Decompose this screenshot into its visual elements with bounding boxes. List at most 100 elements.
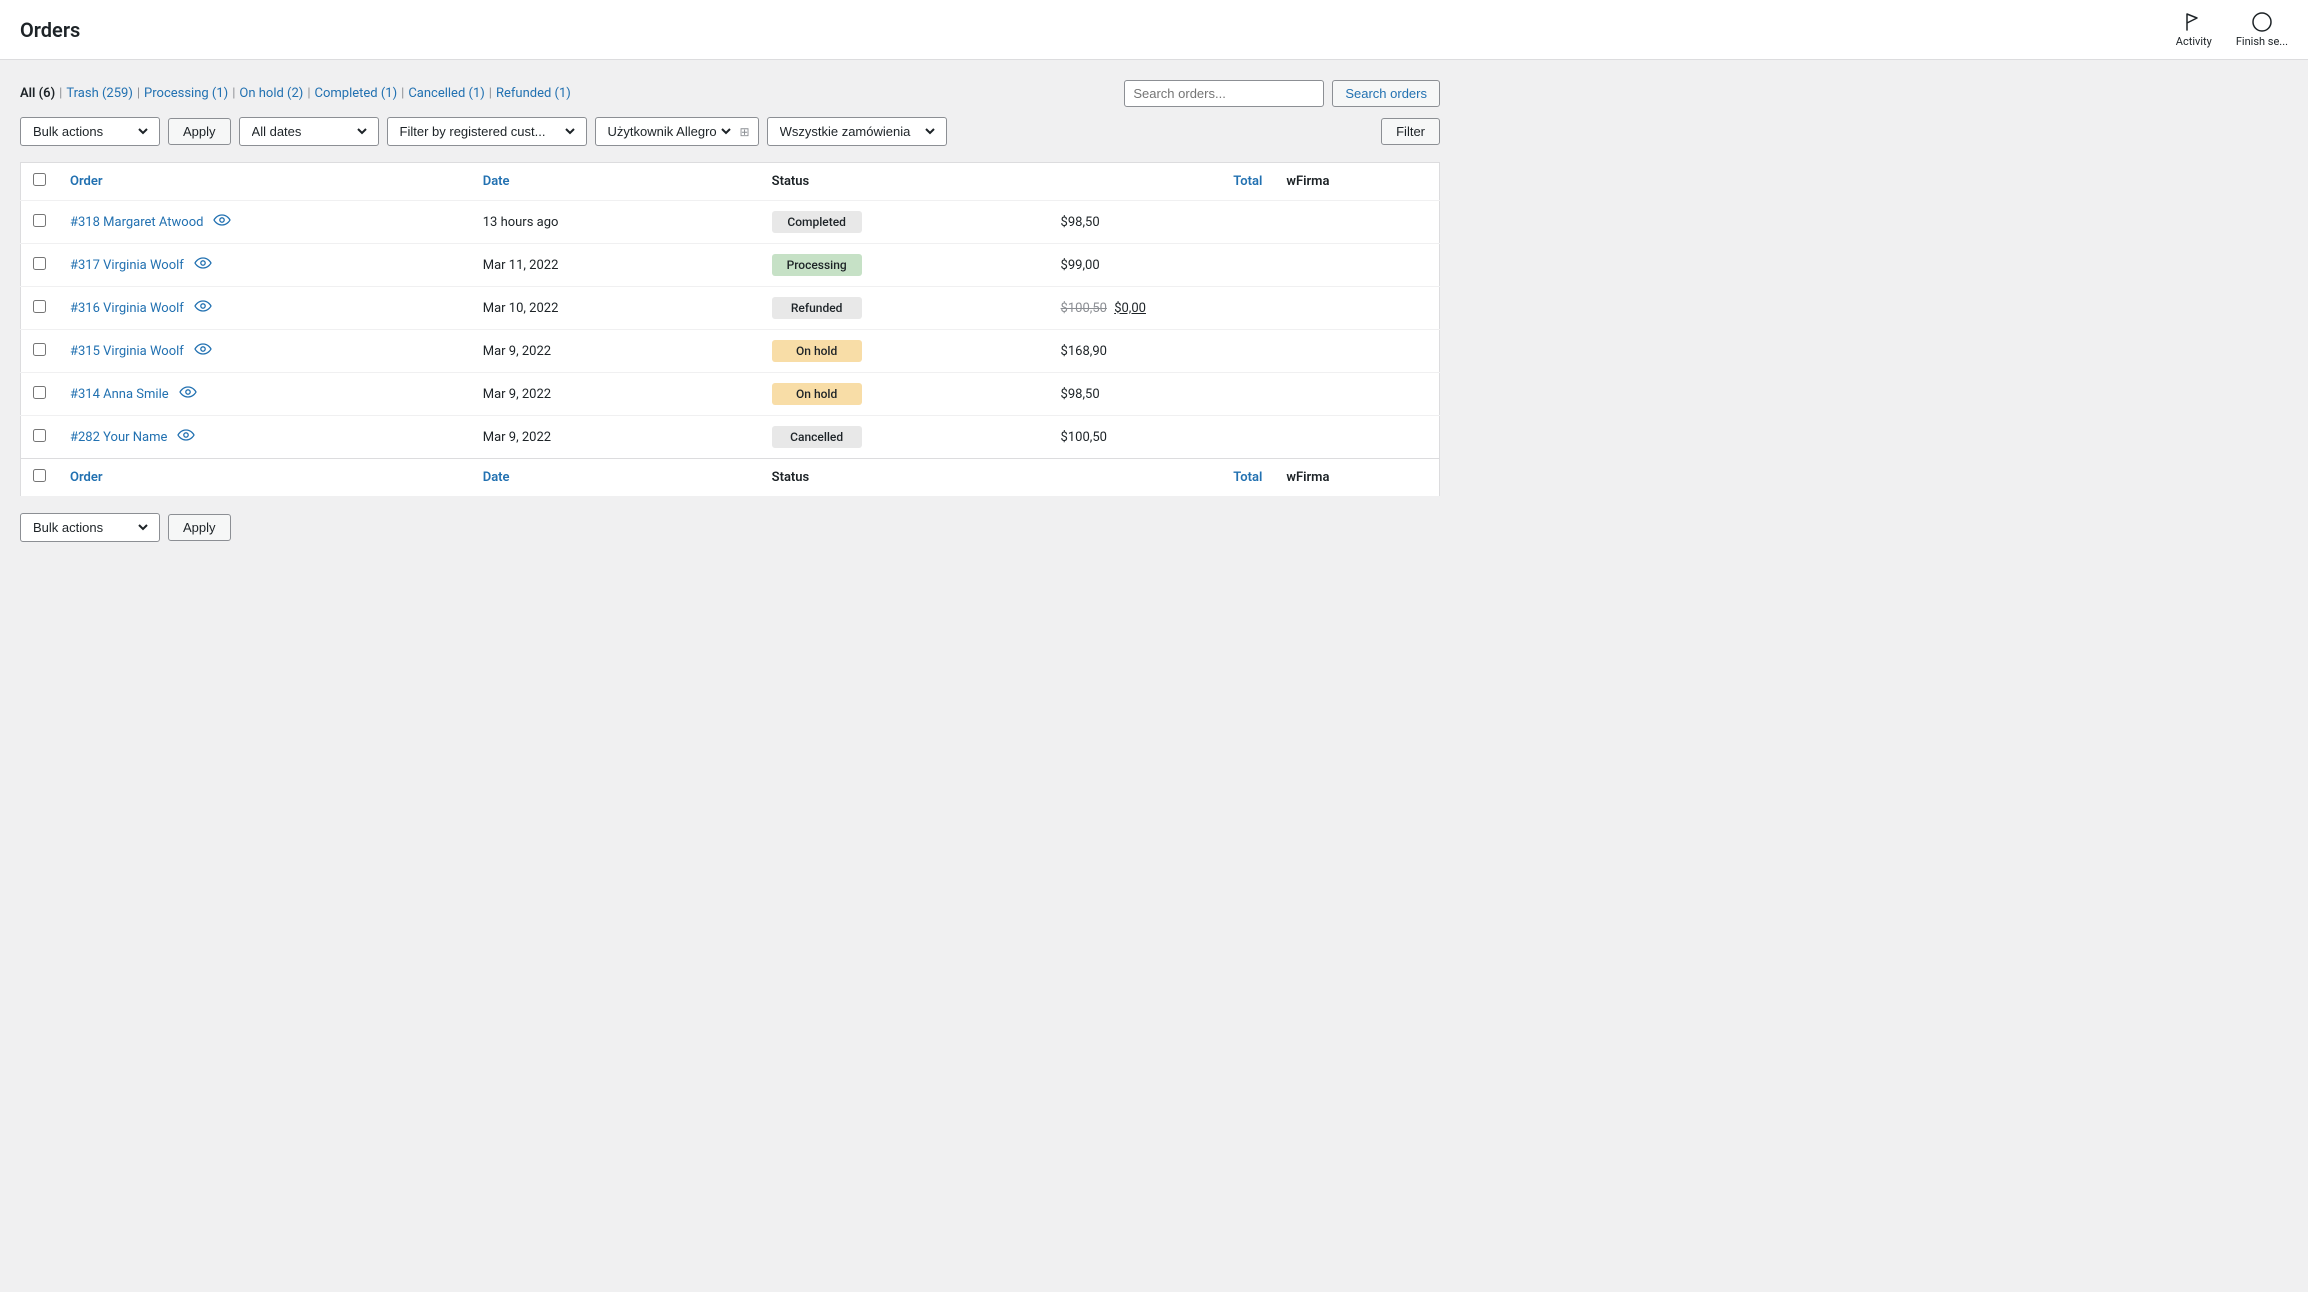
eye-icon[interactable] — [194, 343, 212, 359]
row-checkbox-cell[interactable] — [21, 373, 59, 416]
customer-filter-select[interactable]: Filter by registered cust... — [396, 123, 578, 140]
all-dates-select[interactable]: All dates — [248, 123, 370, 140]
activity-button[interactable]: Activity — [2176, 11, 2212, 48]
bulk-actions-dropdown[interactable]: Bulk actions — [20, 117, 160, 146]
row-checkbox-cell[interactable] — [21, 330, 59, 373]
tab-refunded[interactable]: Refunded (1) — [496, 86, 571, 101]
eye-icon[interactable] — [177, 429, 195, 445]
order-link[interactable]: #315 Virginia Woolf — [70, 344, 184, 359]
allegro-user-select[interactable]: Użytkownik Allegro — [604, 123, 734, 140]
search-button[interactable]: Search orders — [1332, 80, 1440, 107]
eye-icon[interactable] — [179, 386, 197, 402]
tab-on-hold[interactable]: On hold (2) — [239, 86, 303, 101]
top-bar-right: Activity Finish se... — [2176, 11, 2288, 48]
status-badge: On hold — [772, 340, 862, 362]
total-cell: $98,50 — [1049, 373, 1275, 416]
status-cell: Completed — [760, 201, 1049, 244]
finish-setup-button[interactable]: Finish se... — [2236, 11, 2288, 48]
wfirma-cell — [1274, 373, 1439, 416]
row-checkbox[interactable] — [33, 386, 46, 399]
footer-select-col[interactable] — [21, 459, 59, 497]
filter-tabs-row: All (6) | Trash (259) | Processing (1) |… — [20, 80, 1440, 107]
tab-completed[interactable]: Completed (1) — [315, 86, 398, 101]
table-row: #315 Virginia Woolf Mar 9, 2022On hold$1… — [21, 330, 1440, 373]
row-checkbox[interactable] — [33, 429, 46, 442]
row-checkbox[interactable] — [33, 300, 46, 313]
wfirma-cell — [1274, 416, 1439, 459]
col-status-header: Status — [760, 163, 1049, 201]
orders-table: Order Date Status Total wFirma — [20, 162, 1440, 497]
tab-cancelled[interactable]: Cancelled (1) — [408, 86, 484, 101]
date-cell: Mar 9, 2022 — [471, 330, 760, 373]
col-total-header[interactable]: Total — [1049, 163, 1275, 201]
total-cell: $98,50 — [1049, 201, 1275, 244]
total-original: $100,50 — [1061, 301, 1107, 316]
col-order-header[interactable]: Order — [58, 163, 471, 201]
all-dates-dropdown[interactable]: All dates — [239, 117, 379, 146]
order-link[interactable]: #317 Virginia Woolf — [70, 258, 184, 273]
footer-col-wfirma: wFirma — [1274, 459, 1439, 497]
order-link[interactable]: #316 Virginia Woolf — [70, 301, 184, 316]
table-header-row: Order Date Status Total wFirma — [21, 163, 1440, 201]
date-cell: Mar 9, 2022 — [471, 373, 760, 416]
date-cell: Mar 10, 2022 — [471, 287, 760, 330]
row-checkbox-cell[interactable] — [21, 244, 59, 287]
footer-col-total[interactable]: Total — [1049, 459, 1275, 497]
row-checkbox[interactable] — [33, 257, 46, 270]
order-cell: #318 Margaret Atwood — [58, 201, 471, 244]
order-link[interactable]: #282 Your Name — [70, 430, 167, 445]
status-cell: Processing — [760, 244, 1049, 287]
customer-filter-dropdown[interactable]: Filter by registered cust... — [387, 117, 587, 146]
search-input[interactable] — [1124, 80, 1324, 107]
bottom-toolbar: Bulk actions Apply — [20, 513, 1440, 542]
row-checkbox-cell[interactable] — [21, 416, 59, 459]
eye-icon[interactable] — [194, 300, 212, 316]
tab-all[interactable]: All (6) — [20, 86, 55, 101]
status-badge: Completed — [772, 211, 862, 233]
finish-setup-label: Finish se... — [2236, 35, 2288, 48]
eye-icon[interactable] — [213, 214, 231, 230]
row-checkbox-cell[interactable] — [21, 201, 59, 244]
footer-select-all-checkbox[interactable] — [33, 469, 46, 482]
tab-processing[interactable]: Processing (1) — [144, 86, 228, 101]
status-badge: On hold — [772, 383, 862, 405]
all-orders-select[interactable]: Wszystkie zamówienia — [776, 123, 938, 140]
footer-col-order[interactable]: Order — [58, 459, 471, 497]
tab-trash[interactable]: Trash (259) — [66, 86, 133, 101]
select-all-col[interactable] — [21, 163, 59, 201]
wfirma-cell — [1274, 287, 1439, 330]
order-cell: #317 Virginia Woolf — [58, 244, 471, 287]
all-orders-dropdown[interactable]: Wszystkie zamówienia — [767, 117, 947, 146]
row-checkbox-cell[interactable] — [21, 287, 59, 330]
status-badge: Refunded — [772, 297, 862, 319]
allegro-user-dropdown[interactable]: Użytkownik Allegro ⊞ — [595, 117, 759, 146]
filter-tabs: All (6) | Trash (259) | Processing (1) |… — [20, 86, 571, 101]
status-cell: On hold — [760, 330, 1049, 373]
eye-icon[interactable] — [194, 257, 212, 273]
circle-icon — [2251, 11, 2273, 33]
top-bar: Orders Activity Finish se... — [0, 0, 2308, 60]
order-link[interactable]: #314 Anna Smile — [70, 387, 169, 402]
apply-button-top[interactable]: Apply — [168, 118, 231, 145]
toolbar-row: Bulk actions Apply All dates Filter by r… — [20, 117, 1440, 146]
status-cell: Cancelled — [760, 416, 1049, 459]
bulk-actions-select-bottom[interactable]: Bulk actions — [29, 519, 151, 536]
total-cell: $100,50 — [1049, 416, 1275, 459]
row-checkbox[interactable] — [33, 343, 46, 356]
total-cell: $100,50 $0,00 — [1049, 287, 1275, 330]
filter-button[interactable]: Filter — [1381, 118, 1440, 145]
date-cell: Mar 11, 2022 — [471, 244, 760, 287]
bulk-actions-dropdown-bottom[interactable]: Bulk actions — [20, 513, 160, 542]
table-row: #282 Your Name Mar 9, 2022Cancelled$100,… — [21, 416, 1440, 459]
status-cell: On hold — [760, 373, 1049, 416]
apply-button-bottom[interactable]: Apply — [168, 514, 231, 541]
wfirma-cell — [1274, 330, 1439, 373]
select-all-checkbox[interactable] — [33, 173, 46, 186]
row-checkbox[interactable] — [33, 214, 46, 227]
col-date-header[interactable]: Date — [471, 163, 760, 201]
bulk-actions-select[interactable]: Bulk actions — [29, 123, 151, 140]
order-link[interactable]: #318 Margaret Atwood — [70, 215, 203, 230]
footer-col-date[interactable]: Date — [471, 459, 760, 497]
table-footer-row: Order Date Status Total wFirma — [21, 459, 1440, 497]
grid-icon: ⊞ — [740, 125, 750, 139]
